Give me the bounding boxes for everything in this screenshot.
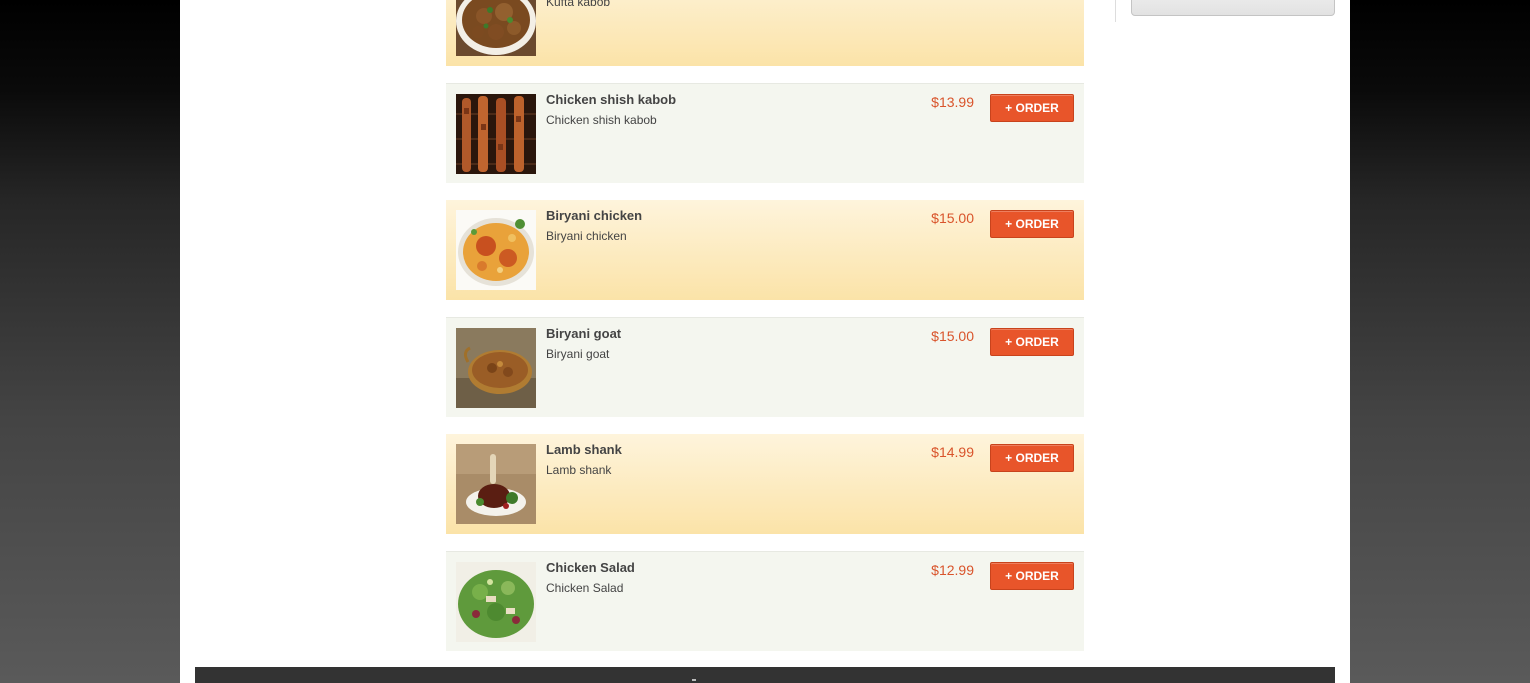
item-name: Chicken Salad [546,560,635,575]
menu-item: Chicken shish kabob Chicken shish kabob … [446,83,1084,183]
item-price: $12.99 [931,562,974,578]
order-button[interactable]: + ORDER [990,444,1074,472]
food-image-biryani-chicken [456,210,536,290]
food-image-biryani-goat [456,328,536,408]
footer-bar [195,667,1335,683]
order-button[interactable]: + ORDER [990,328,1074,356]
food-image-chicken-salad [456,562,536,642]
item-description: Biryani goat [546,347,610,361]
menu-item: Lamb shank Lamb shank $14.99 + ORDER [446,434,1084,534]
food-image-chicken-shish-kabob [456,94,536,174]
item-name: Biryani goat [546,326,622,341]
item-price: $13.99 [931,94,974,110]
item-description: Chicken Salad [546,581,624,595]
order-button[interactable]: + ORDER [990,94,1074,122]
item-price: $15.00 [931,210,974,226]
menu-item: Kufta kabob + ORDER [446,0,1084,66]
item-name: Lamb shank [546,442,622,457]
footer-mark [692,679,696,681]
item-name: Chicken shish kabob [546,92,677,107]
item-description: Biryani chicken [546,229,627,243]
item-description: Kufta kabob [546,0,611,9]
item-name: Biryani chicken [546,208,643,223]
menu-item: Chicken Salad Chicken Salad $12.99 + ORD… [446,551,1084,651]
item-price: $15.00 [931,328,974,344]
sidebar-divider [1115,0,1116,22]
item-description: Lamb shank [546,463,612,477]
food-image-kufta-kabob [456,0,536,56]
order-button[interactable]: + ORDER [990,562,1074,590]
menu-item: Biryani goat Biryani goat $15.00 + ORDER [446,317,1084,417]
sidebar-cart-box[interactable] [1131,0,1335,16]
item-price: $14.99 [931,444,974,460]
item-description: Chicken shish kabob [546,113,657,127]
page-container: Kufta kabob + ORDER [180,0,1350,683]
order-button[interactable]: + ORDER [990,210,1074,238]
food-image-lamb-shank [456,444,536,524]
menu-item: Biryani chicken Biryani chicken $15.00 +… [446,200,1084,300]
